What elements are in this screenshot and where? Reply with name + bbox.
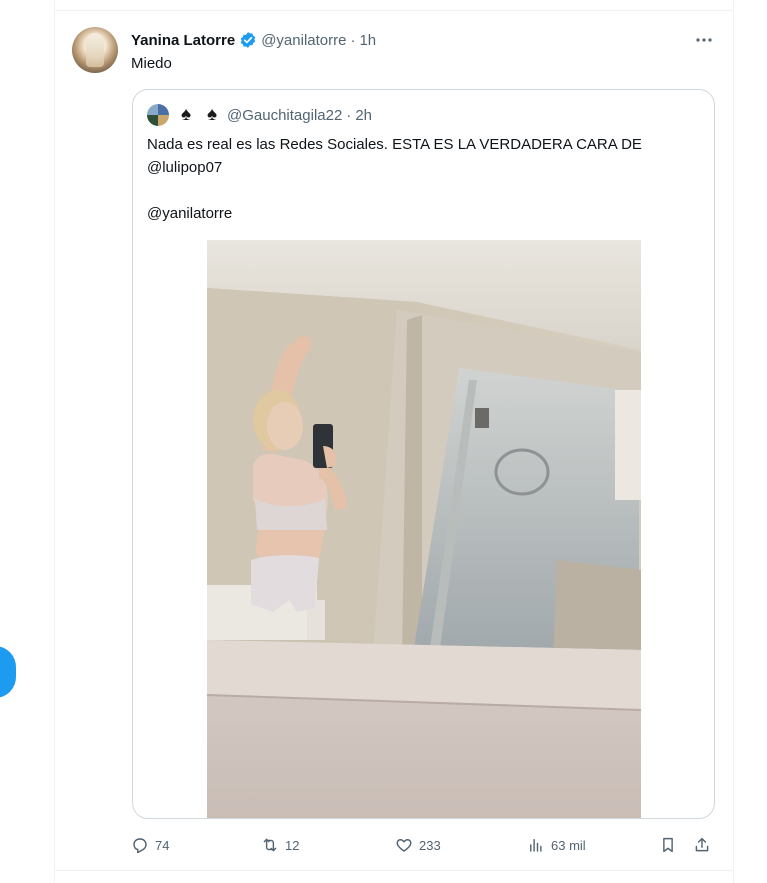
heart-icon — [396, 839, 412, 852]
quoted-tweet[interactable]: ♠ ♠ @Gauchitagila22 · 2h Nada es real es… — [132, 89, 715, 819]
verified-badge-icon — [241, 32, 256, 48]
views-button[interactable]: 63 mil — [527, 832, 586, 858]
separator: · — [346, 106, 352, 124]
quote-handle: @Gauchitagila22 — [227, 106, 343, 124]
quote-text-line: Nada es real es las Redes Sociales. ESTA… — [147, 136, 642, 153]
quote-avatar — [147, 104, 169, 126]
tweet-header: Yanina Latorre @yanilatorre · 1h — [131, 30, 376, 50]
compose-fab-button[interactable] — [0, 646, 16, 698]
mention-link[interactable]: @lulipop07 — [147, 156, 702, 179]
media-image[interactable] — [207, 240, 641, 818]
repost-button[interactable]: 12 — [261, 832, 299, 858]
bookmark-button[interactable] — [659, 832, 677, 858]
repost-icon — [263, 838, 277, 852]
timestamp[interactable]: 1h — [359, 32, 376, 49]
share-icon — [695, 837, 709, 852]
bookmark-icon — [663, 837, 673, 853]
spade-glyph: ♠ — [206, 104, 218, 125]
separator: · — [350, 31, 356, 49]
share-button[interactable] — [693, 832, 711, 858]
author-name[interactable]: Yanina Latorre — [131, 32, 235, 49]
repost-count: 12 — [285, 837, 300, 853]
author-handle[interactable]: @yanilatorre — [261, 32, 346, 49]
more-dots-icon[interactable] — [692, 30, 716, 50]
bathroom-mirror-selfie-photo — [207, 240, 641, 818]
divider — [54, 870, 734, 871]
avatar[interactable] — [72, 27, 118, 73]
quote-text: Nada es real es las Redes Sociales. ESTA… — [147, 133, 702, 225]
tweet-text: Miedo — [131, 55, 172, 72]
views-count: 63 mil — [551, 837, 586, 853]
reply-count: 74 — [155, 837, 170, 853]
quote-header: ♠ ♠ @Gauchitagila22 · 2h — [147, 104, 372, 126]
tweet-actions: 74 12 233 63 mil — [131, 832, 716, 858]
quote-timestamp: 2h — [355, 106, 372, 124]
divider — [54, 10, 734, 11]
views-chart-icon — [530, 839, 542, 852]
reply-icon — [133, 838, 147, 854]
spade-glyph: ♠ — [180, 104, 192, 125]
mention-link[interactable]: @yanilatorre — [147, 202, 702, 225]
like-button[interactable]: 233 — [395, 832, 441, 858]
reply-button[interactable]: 74 — [131, 832, 169, 858]
like-count: 233 — [419, 837, 441, 853]
